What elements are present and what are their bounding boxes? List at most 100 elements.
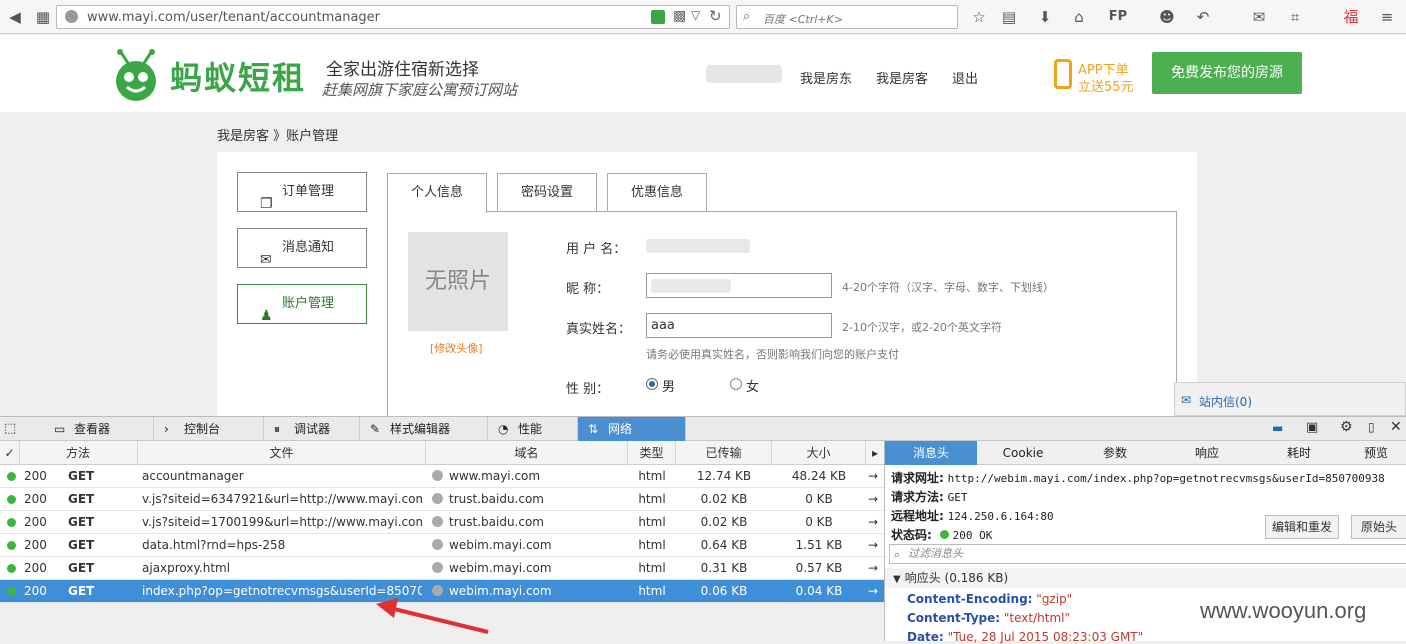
row-size: 0 KB xyxy=(805,515,833,529)
tab-profile[interactable]: 个人信息 xyxy=(387,173,487,213)
fp-button[interactable]: FP xyxy=(1104,8,1132,26)
detail-tab-headers[interactable]: 消息头 xyxy=(885,441,977,465)
devtab-console[interactable]: › 控制台 xyxy=(154,417,264,441)
clock-icon: ◔ xyxy=(498,422,509,436)
table-row[interactable]: 200 GET v.js?siteid=1700199&url=http://www… xyxy=(0,511,884,534)
comment-icon[interactable]: ✉ xyxy=(1250,8,1268,26)
split-console-icon[interactable]: ▬ xyxy=(1272,421,1283,435)
detail-tab-params[interactable]: 参数 xyxy=(1069,441,1161,465)
sidebar-item-orders[interactable]: ❐ 订单管理 xyxy=(237,172,367,212)
chat-icon[interactable]: ☻ xyxy=(1158,8,1176,26)
edit-resend-button[interactable]: 编辑和重发 xyxy=(1265,515,1339,539)
globe-icon xyxy=(432,539,443,550)
row-transferred: 0.02 KB xyxy=(700,492,748,506)
gender-male-radio[interactable] xyxy=(646,378,658,390)
app-promo-bonus[interactable]: 立送55元 xyxy=(1078,76,1134,95)
devtab-network[interactable]: ⇅ 网络 xyxy=(578,417,686,441)
globe-icon xyxy=(65,10,78,23)
raw-headers-button[interactable]: 原始头 xyxy=(1351,515,1406,539)
dropdown-icon[interactable]: ▽ xyxy=(691,8,700,22)
col-transferred[interactable]: 已传输 xyxy=(676,441,772,465)
crop-icon[interactable]: ⌗ xyxy=(1286,8,1304,26)
header-row: Content-Type: "text/html" xyxy=(907,611,1070,625)
address-bar[interactable]: www.mayi.com/user/tenant/accountmanager … xyxy=(56,5,730,29)
change-avatar-link[interactable]: [修改头像] xyxy=(430,340,483,356)
site-message-widget[interactable]: ✉ 站内信(0) xyxy=(1174,382,1406,416)
back-icon[interactable]: ◀ xyxy=(6,8,24,26)
search-input[interactable]: ⌕ 百度 <Ctrl+K> xyxy=(736,5,958,29)
qr-icon[interactable]: ▩ xyxy=(673,8,686,24)
detail-tab-cookie[interactable]: Cookie xyxy=(977,441,1069,465)
col-method[interactable]: 方法 xyxy=(20,441,138,465)
status-dot xyxy=(7,541,16,550)
settings-gear-icon[interactable]: ⚙ xyxy=(1340,419,1353,435)
menu-icon[interactable]: ≡ xyxy=(1378,8,1396,26)
detail-tab-preview[interactable]: 预览 xyxy=(1345,441,1406,465)
sidebar-item-account[interactable]: ♟ 账户管理 xyxy=(237,284,367,324)
home-icon[interactable]: ⌂ xyxy=(1070,8,1088,26)
globe-icon xyxy=(432,585,443,596)
download-icon[interactable]: ⬇ xyxy=(1036,8,1054,26)
gender-female-radio[interactable] xyxy=(730,378,742,390)
row-method: GET xyxy=(68,584,95,598)
reading-list-icon[interactable]: ▤ xyxy=(1000,8,1018,26)
dock-side-icon[interactable]: ▯ xyxy=(1368,420,1375,434)
header-row: Date: "Tue, 28 Jul 2015 08:23:03 GMT" xyxy=(907,630,1143,644)
search-icon: ⌕ xyxy=(894,548,901,561)
realname-note: 请务必使用真实姓名，否则影响我们向您的账户支付 xyxy=(646,348,899,361)
nav-tenant-link[interactable]: 我是房客 xyxy=(876,68,928,87)
pencil-icon: ✎ xyxy=(370,422,381,436)
row-method: GET xyxy=(68,538,95,552)
sidebar-item-label: 消息通知 xyxy=(282,240,335,255)
header-key: Content-Encoding: xyxy=(907,592,1033,606)
request-url-label: 请求网址: xyxy=(891,471,944,485)
detail-tab-timings[interactable]: 耗时 xyxy=(1253,441,1345,465)
fortune-icon[interactable]: 福 xyxy=(1342,8,1360,26)
nav-landlord-link[interactable]: 我是房东 xyxy=(800,68,852,87)
col-file[interactable]: 文件 xyxy=(138,441,426,465)
tab-password[interactable]: 密码设置 xyxy=(497,173,597,212)
inspect-picker-icon[interactable]: ⬚ xyxy=(4,421,16,436)
status-code-row: 状态码: 200 OK xyxy=(891,526,992,543)
responsive-icon[interactable]: ▣ xyxy=(1306,420,1318,435)
request-method-label: 请求方法: xyxy=(891,490,944,504)
waterfall-toggle-icon[interactable]: ▸ xyxy=(866,441,884,465)
close-icon[interactable]: ✕ xyxy=(1390,419,1402,435)
detail-tab-response[interactable]: 响应 xyxy=(1161,441,1253,465)
row-size: 0.04 KB xyxy=(795,584,843,598)
col-status[interactable]: ✓ xyxy=(0,441,20,465)
status-dot xyxy=(7,587,16,596)
response-headers-section[interactable]: ▼ 响应头 (0.186 KB) xyxy=(885,568,1406,588)
status-dot xyxy=(7,472,16,481)
table-row[interactable]: 200 GET accountmanager www.mayi.com html 12.7… xyxy=(0,465,884,488)
table-row[interactable]: 200 GET data.html?rnd=hps-258 webim.mayi.co… xyxy=(0,534,884,557)
devtab-inspector[interactable]: ▭ 查看器 xyxy=(44,417,154,441)
row-domain: webim.mayi.com xyxy=(432,557,624,580)
ant-logo-icon[interactable] xyxy=(112,49,160,103)
filter-headers-input[interactable]: ⌕ 过滤消息头 xyxy=(889,544,1406,564)
publish-listing-button[interactable]: 免费发布您的房源 xyxy=(1152,52,1302,94)
table-row[interactable]: 200 GET v.js?siteid=6347921&url=http://www… xyxy=(0,488,884,511)
sidebar-item-messages[interactable]: ✉ 消息通知 xyxy=(237,228,367,268)
row-method: GET xyxy=(68,469,95,483)
reload-icon[interactable]: ↻ xyxy=(709,7,722,25)
col-size[interactable]: 大小 xyxy=(772,441,866,465)
col-domain[interactable]: 域名 xyxy=(426,441,628,465)
devtab-style-editor[interactable]: ✎ 样式编辑器 xyxy=(360,417,488,441)
nickname-field[interactable] xyxy=(646,273,832,298)
request-url-row: 请求网址: http://webim.mayi.com/index.php?op… xyxy=(891,469,1385,486)
nav-logout-link[interactable]: 退出 xyxy=(952,68,978,87)
logo-text[interactable]: 蚂蚁短租 xyxy=(170,53,306,99)
row-type: html xyxy=(638,492,666,506)
devtab-label: 性能 xyxy=(518,422,543,436)
devtab-debugger[interactable]: ⏸ 调试器 xyxy=(264,417,360,441)
table-row[interactable]: 200 GET ajaxproxy.html webim.mayi.com html 0.… xyxy=(0,557,884,580)
realname-field[interactable]: aaa xyxy=(646,313,832,338)
devtab-performance[interactable]: ◔ 性能 xyxy=(488,417,578,441)
star-icon[interactable]: ☆ xyxy=(970,8,988,26)
undo-icon[interactable]: ↶ xyxy=(1194,8,1212,26)
tab-grid-icon[interactable]: ▦ xyxy=(34,8,52,26)
col-type[interactable]: 类型 xyxy=(628,441,676,465)
watermark: www.wooyun.org xyxy=(1200,598,1367,623)
tab-coupons[interactable]: 优惠信息 xyxy=(607,173,707,212)
